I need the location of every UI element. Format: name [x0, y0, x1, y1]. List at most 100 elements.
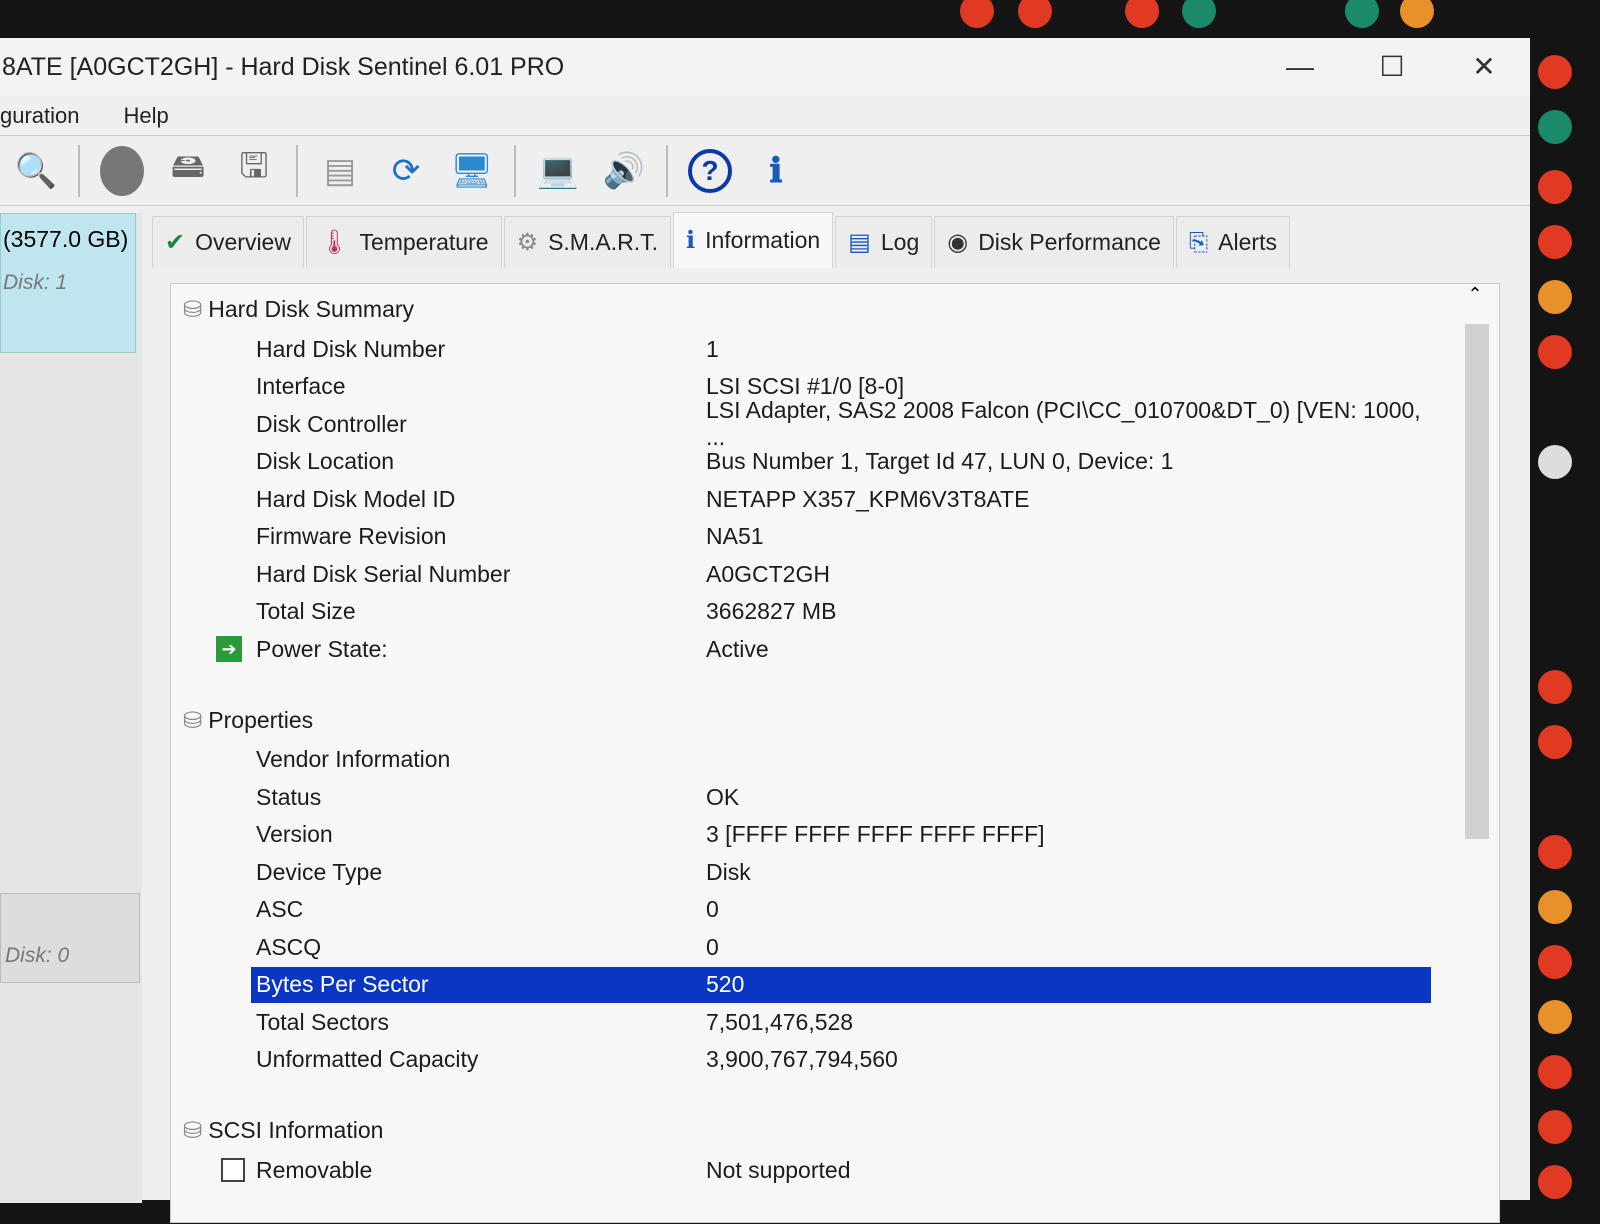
disk-performance-icon: ◉ [947, 229, 969, 256]
info-row[interactable]: Hard Disk Number 1 [171, 331, 1431, 367]
row-label: Hard Disk Serial Number [256, 560, 511, 587]
row-value: 0 [706, 896, 719, 922]
tab-label: Overview [195, 229, 291, 255]
info-row[interactable]: Unformatted Capacity 3,900,767,794,560 [171, 1042, 1431, 1078]
disk-search-icon[interactable]: 🔍 [12, 147, 60, 195]
row-value: 3,900,767,794,560 [706, 1046, 898, 1072]
row-label: ASCQ [256, 933, 322, 960]
toolbar-separator [296, 144, 298, 197]
info-row[interactable]: Hard Disk Model ID NETAPP X357_KPM6V3T8AT… [171, 481, 1431, 517]
row-value: 3 [FFFF FFFF FFFF FFFF FFFF] [706, 821, 1045, 847]
information-panel: ⌃ ⛁ Hard Disk Summary Hard Disk Number 1 Int… [170, 283, 1500, 1223]
sound-icon[interactable]: 🔊 [600, 147, 648, 195]
row-label: ASC [256, 896, 304, 922]
row-label: Removable [256, 1156, 373, 1183]
row-label: Total Sectors [256, 1008, 389, 1035]
info-row[interactable]: ASCQ 0 [171, 929, 1431, 965]
row-value: Active [706, 635, 769, 662]
info-row[interactable]: ASC 0 [171, 892, 1431, 928]
info-row[interactable]: ➔ Power State: Active [171, 631, 1431, 667]
info-icon[interactable]: ℹ [752, 147, 800, 195]
disk-icon[interactable] [98, 145, 146, 196]
disk-list: (3577.0 GB) Disk: 1 Disk: 0 [0, 213, 142, 1203]
row-label: Interface [256, 373, 346, 399]
row-label: Power State: [256, 635, 388, 662]
s-m-a-r-t-icon: ⚙ [516, 229, 539, 256]
section-scsi[interactable]: ⛁ SCSI Information [183, 1117, 383, 1144]
info-row[interactable]: Firmware Revision NA51 [171, 519, 1431, 555]
network-icon[interactable]: 🖥 [448, 147, 496, 195]
row-label: Hard Disk Number [256, 335, 446, 362]
info-row[interactable]: Vendor Information [171, 742, 1431, 778]
tab-overview[interactable]: ✔ Overview [152, 216, 304, 268]
row-value: 7,501,476,528 [706, 1008, 854, 1035]
tab-label: Information [705, 227, 821, 253]
disk-icon: ⛁ [183, 706, 203, 733]
info-row[interactable]: Total Sectors 7,501,476,528 [171, 1004, 1431, 1040]
overview-icon: ✔ [165, 229, 186, 256]
tab-log[interactable]: ▤ Log [835, 216, 933, 268]
info-row[interactable]: Hard Disk Serial Number A0GCT2GH [171, 556, 1431, 592]
report-icon[interactable]: ▤ [316, 147, 364, 195]
scrollbar[interactable]: ⌃ [1461, 284, 1489, 1224]
help-icon[interactable]: ? [686, 147, 734, 195]
configuration-icon[interactable]: 💻 [534, 147, 582, 195]
toolbar: 🔍 🖴 🖫 ▤ ⟳ 🖥 💻 🔊 ? ℹ [0, 136, 1530, 206]
menu-bar: guration Help [0, 96, 1530, 136]
tab-disk-performance[interactable]: ◉ Disk Performance [934, 216, 1174, 268]
refresh-icon[interactable]: ⟳ [382, 147, 430, 195]
tab-label: Alerts [1218, 229, 1277, 255]
section-properties[interactable]: ⛁ Properties [183, 707, 313, 734]
row-label: Vendor Information [256, 746, 451, 772]
disk-item-0[interactable]: Disk: 0 [0, 893, 140, 983]
tab-label: Disk Performance [978, 229, 1161, 255]
alerts-icon: ⎘ [1188, 228, 1209, 256]
menu-help[interactable]: Help [124, 103, 169, 129]
row-value: NA51 [706, 523, 764, 549]
tab-label: Log [880, 229, 920, 255]
minimize-button[interactable]: — [1254, 38, 1346, 96]
app-window: 8ATE [A0GCT2GH] - Hard Disk Sentinel 6.0… [0, 38, 1530, 1223]
info-row[interactable]: Disk Controller LSI Adapter, SAS2 2008 Fa… [171, 397, 1431, 450]
section-summary[interactable]: ⛁ Hard Disk Summary [183, 296, 414, 323]
row-label: Bytes Per Sector [256, 971, 429, 997]
tab-s-m-a-r-t[interactable]: ⚙ S.M.A.R.T. [503, 216, 671, 268]
disk-label: Disk: 1 [3, 271, 68, 294]
toolbar-separator [514, 144, 516, 197]
row-label: Unformatted Capacity [256, 1046, 479, 1072]
row-value: A0GCT2GH [706, 560, 830, 587]
tab-temperature[interactable]: 🌡 Temperature [305, 216, 502, 268]
tab-label: Temperature [359, 229, 489, 255]
log-icon: ▤ [848, 229, 871, 256]
close-button[interactable]: ✕ [1438, 38, 1530, 96]
menu-configuration[interactable]: guration [0, 103, 80, 129]
row-label: Disk Location [256, 448, 395, 474]
disk-drive-icon[interactable]: 🖴 [164, 147, 212, 195]
maximize-button[interactable]: ☐ [1346, 38, 1438, 96]
temperature-icon: 🌡 [318, 229, 350, 256]
disk-item-1[interactable]: (3577.0 GB) Disk: 1 [0, 213, 136, 353]
toolbar-separator [78, 144, 80, 197]
row-value: Not supported [706, 1156, 851, 1183]
disk-label: Disk: 0 [5, 944, 70, 967]
scrollbar-thumb[interactable] [1465, 324, 1489, 839]
disk-install-icon[interactable]: 🖫 [230, 147, 278, 195]
checkbox[interactable] [221, 1158, 245, 1182]
section-title: Hard Disk Summary [208, 296, 415, 322]
tab-alerts[interactable]: ⎘ Alerts [1175, 216, 1290, 268]
row-label: Device Type [256, 858, 383, 885]
scroll-up-icon[interactable]: ⌃ [1461, 284, 1489, 305]
row-value: NETAPP X357_KPM6V3T8ATE [706, 485, 1030, 512]
row-value: LSI SCSI #1/0 [8-0] [706, 373, 905, 399]
row-label: Total Size [256, 598, 356, 624]
row-label: Firmware Revision [256, 523, 447, 549]
window-title: 8ATE [A0GCT2GH] - Hard Disk Sentinel 6.0… [2, 52, 565, 81]
info-row[interactable]: Bytes Per Sector 520 [251, 966, 1431, 1003]
tab-information[interactable]: ℹ Information [672, 212, 834, 268]
info-row[interactable]: Disk Location Bus Number 1, Target Id 47,… [171, 444, 1431, 480]
info-row[interactable]: Total Size 3662827 MB [171, 594, 1431, 630]
info-row[interactable]: Removable Not supported [171, 1152, 1431, 1188]
info-row[interactable]: Version 3 [FFFF FFFF FFFF FFFF FFFF] [171, 817, 1431, 853]
info-row[interactable]: Device Type Disk [171, 854, 1431, 890]
info-row[interactable]: Status OK [171, 779, 1431, 815]
